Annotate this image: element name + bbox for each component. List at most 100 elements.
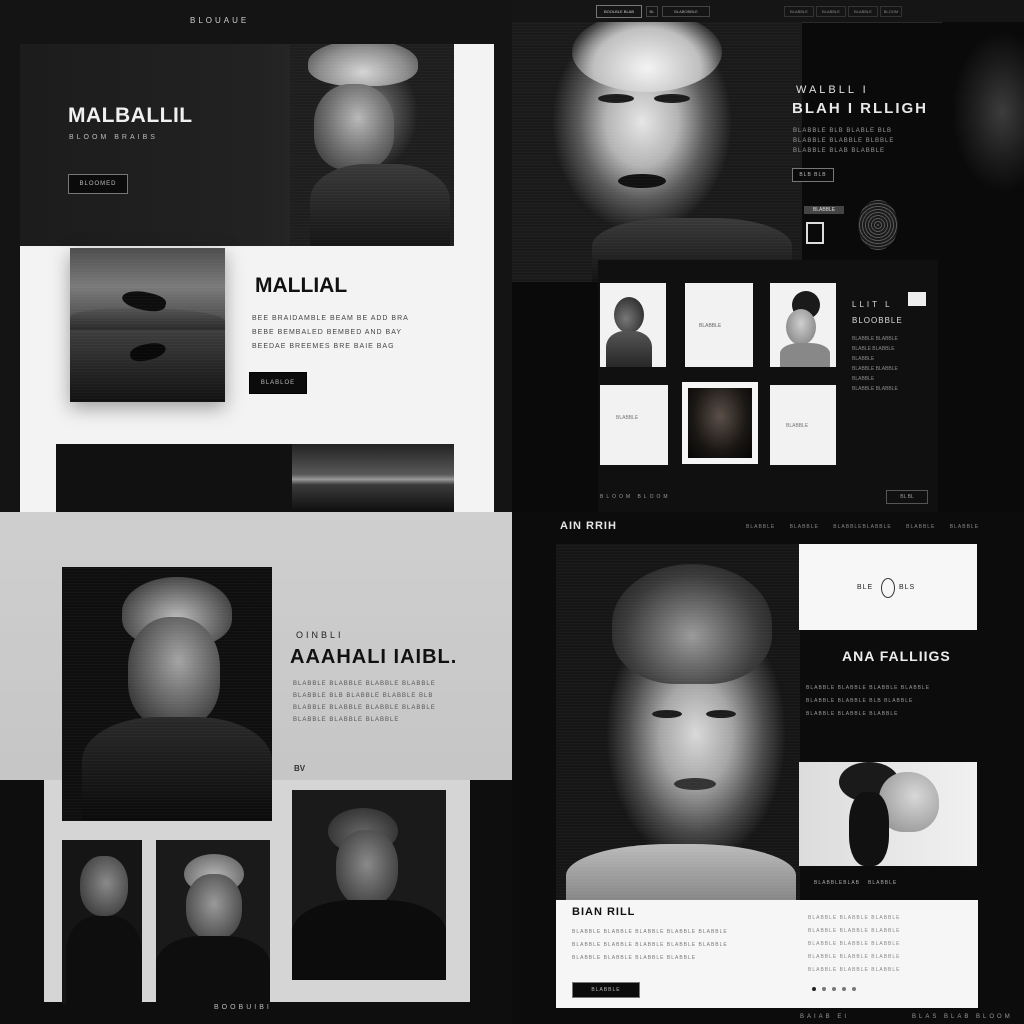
landing-mockup-2: BOOLBLE BLAB BL BLABOBBLE BLABBLE BLABBL… [512, 0, 1024, 512]
badge: BLABBLE [804, 206, 844, 214]
body-line: BEE BRAIDAMBLE BEAM BE ADD BRA [252, 315, 409, 322]
footer-left: BAIAB EI [800, 1014, 850, 1020]
body-line: BLABBLE BLABBLE BLABBLE [808, 967, 901, 973]
logo-text-left: BLE [857, 584, 874, 591]
side-portrait-image [942, 22, 1024, 222]
hero-button[interactable]: BLOOMED [68, 174, 128, 194]
side-body: BLABBLE BLABBLE BLABLE BLABBLE BLABBLE B… [852, 334, 898, 394]
gallery-card-text[interactable]: BLABBLE [685, 283, 753, 367]
gallery-card-text[interactable]: BLABBLE [600, 385, 668, 465]
intro-body: BLABBLE BLB BLABLE BLB BLABBLE BLABBLE B… [793, 126, 894, 156]
section-body: BEE BRAIDAMBLE BEAM BE ADD BRA BEBE BEMB… [252, 312, 409, 354]
body-line: BLABBLE BLABBLE BLABBLE BLABBLE BLABBLE [572, 942, 728, 948]
pagination-dots[interactable] [812, 987, 856, 991]
nav-item[interactable]: BLABBLE [790, 524, 819, 530]
top-nav: BLABBLE BLABBLE BLABBLEBLABBLE BLABBLE B… [746, 524, 979, 530]
body-line: BLABBLE BLAB BLABBLE [793, 148, 886, 154]
body-line: BLABBLE BLABBLE BLABBLE BLABBLE [572, 955, 697, 961]
gallery-portrait[interactable] [292, 790, 446, 980]
gallery-card-text[interactable]: BLABBLE [770, 385, 836, 465]
card-label: BLABBLE [616, 415, 639, 421]
title-large: BLAH I RLLIGH [792, 100, 928, 117]
nav-item[interactable]: BLABBLE [906, 524, 935, 530]
section-title: MALLIAL [255, 274, 348, 297]
bottom-button[interactable]: BLABBLE [572, 982, 640, 998]
body-line: BLABBLE BLABBLE BLABBLE [808, 941, 901, 947]
title-small: WALBLL I [796, 84, 869, 96]
nav-item[interactable]: BLABBLE [784, 6, 814, 17]
nav-item[interactable]: BLABBLE [746, 524, 775, 530]
side-line: BLABBLE BLABBLE [852, 366, 898, 372]
footer-right: BLAS BLAB BLOOM [912, 1014, 1013, 1020]
body-line: BLABBLE BLABBLE BLABBLE BLABBLE BLABBLE [572, 929, 728, 935]
gallery-card-portrait[interactable] [600, 283, 666, 367]
nav-item[interactable]: BLABBLEBLABBLE [833, 524, 891, 530]
gallery-card-portrait[interactable] [770, 283, 836, 367]
top-nav[interactable]: BLOUAUE [190, 16, 249, 25]
title: ANA FALLIIGS [842, 648, 951, 664]
body-line: BLABBLE BLABBLE BLABBLE [293, 717, 400, 723]
body-line: BEBE BEMBALED BEMBED AND BAY [252, 329, 403, 336]
title: AAAHALI IAIBL. [290, 646, 458, 668]
side-heading-sub: BLOOBBLE [852, 316, 903, 325]
hero-portrait-image [290, 44, 454, 246]
logo-text-right: BLS [899, 584, 916, 591]
side-line: BLABBLE [852, 376, 875, 382]
footer-text: BOOBUIBI [214, 1004, 272, 1011]
hero-subtitle: BLOOM BRAIBS [69, 134, 158, 141]
gallery-card-image[interactable] [682, 382, 758, 464]
fingerprint-icon [858, 200, 898, 250]
gallery-portrait[interactable] [156, 840, 270, 1004]
nav-item[interactable]: BLOOM [880, 6, 902, 17]
body-line: BLABBLE BLABBLE BLABBLE BLABBLE [293, 681, 436, 687]
nav-item[interactable]: BLABOBBLE [662, 6, 710, 17]
body-line: BEEDAE BREEMES BRE BAIE BAG [252, 343, 395, 350]
bottom-banner [56, 444, 454, 512]
side-line: BLABBLE BLABBLE [852, 386, 898, 392]
landing-mockup-1: BLOUAUE MALBALLIL BLOOM BRAIBS BLOOMED M… [0, 0, 512, 512]
side-line: BLABLE BLABBLE [852, 346, 895, 352]
landing-mockup-3: OINBLI AAAHALI IAIBL. BLABBLE BLABBLE BL… [0, 512, 512, 1024]
nav-item[interactable]: BL [646, 6, 658, 17]
nav-item[interactable]: BLABBLE [950, 524, 979, 530]
hero-portrait-image [62, 567, 272, 821]
landing-mockup-4: AIN RRIH BLABBLE BLABBLE BLABBLEBLABBLE … [512, 512, 1024, 1024]
badge-block: BLABBLE [796, 202, 856, 244]
side-thumb [908, 292, 926, 306]
gallery-portrait[interactable] [62, 840, 142, 1004]
top-nav-bar: BOOLBLE BLAB BL BLABOBBLE BLABBLE BLABBL… [512, 0, 1024, 23]
body-line: BLABBLE BLABBLE BLABBLE [806, 711, 899, 717]
nav-item[interactable]: BLABBLE [816, 6, 846, 17]
nav-item[interactable]: BOOLBLE BLAB [596, 5, 642, 18]
logo-mark-icon [881, 578, 895, 598]
section-button[interactable]: BLABLOE [249, 372, 307, 394]
footer-left: BLOOM BLOOM [600, 494, 671, 500]
landscape-image [70, 248, 225, 402]
side-line: BLABBLE [852, 356, 875, 362]
hero-portrait-image [512, 22, 802, 282]
body-line: BLABBLE BLB BLABLE BLB [793, 128, 893, 134]
body-line: BLABBLE BLABBLE BLABBLE BLABBLE [293, 705, 436, 711]
subtitle: OINBLI [296, 630, 344, 640]
body-line: BLABBLE BLABBLE BLBBLE [793, 138, 895, 144]
caption-right: BLABBLE [868, 880, 898, 886]
brand[interactable]: AIN RRIH [560, 520, 617, 532]
side-line: BLABBLE BLABBLE [852, 336, 898, 342]
bottom-body: BLABBLE BLABBLE BLABBLE BLABBLE BLABBLE … [572, 926, 728, 965]
logo-card: BLE BLS [799, 544, 977, 630]
body-line: BLABBLE BLABBLE BLABBLE BLABBLE [806, 685, 931, 691]
bottom-right-body: BLABBLE BLABBLE BLABBLE BLABBLE BLABBLE … [808, 912, 901, 977]
logo-mark-icon [806, 222, 824, 244]
footer-button[interactable]: BL BL [886, 490, 928, 504]
hero-portrait-image [556, 544, 800, 906]
intro-body: BLABBLE BLABBLE BLABBLE BLABBLE BLABBLE … [293, 678, 436, 726]
bottom-title: BIAN RILL [572, 906, 636, 918]
side-heading: LLIT L [852, 300, 893, 309]
card-label: BLABBLE [786, 423, 809, 429]
nav-item[interactable]: BLABBLE [848, 6, 878, 17]
caption-left: BLABBLEBLAB [814, 880, 861, 886]
hero-section: MALBALLIL BLOOM BRAIBS BLOOMED [20, 44, 454, 246]
hero-title: MALBALLIL [68, 104, 193, 127]
intro-button[interactable]: BLB BLB [792, 168, 834, 182]
body-line: BLABBLE BLB BLABBLE BLABBLE BLB [293, 693, 434, 699]
